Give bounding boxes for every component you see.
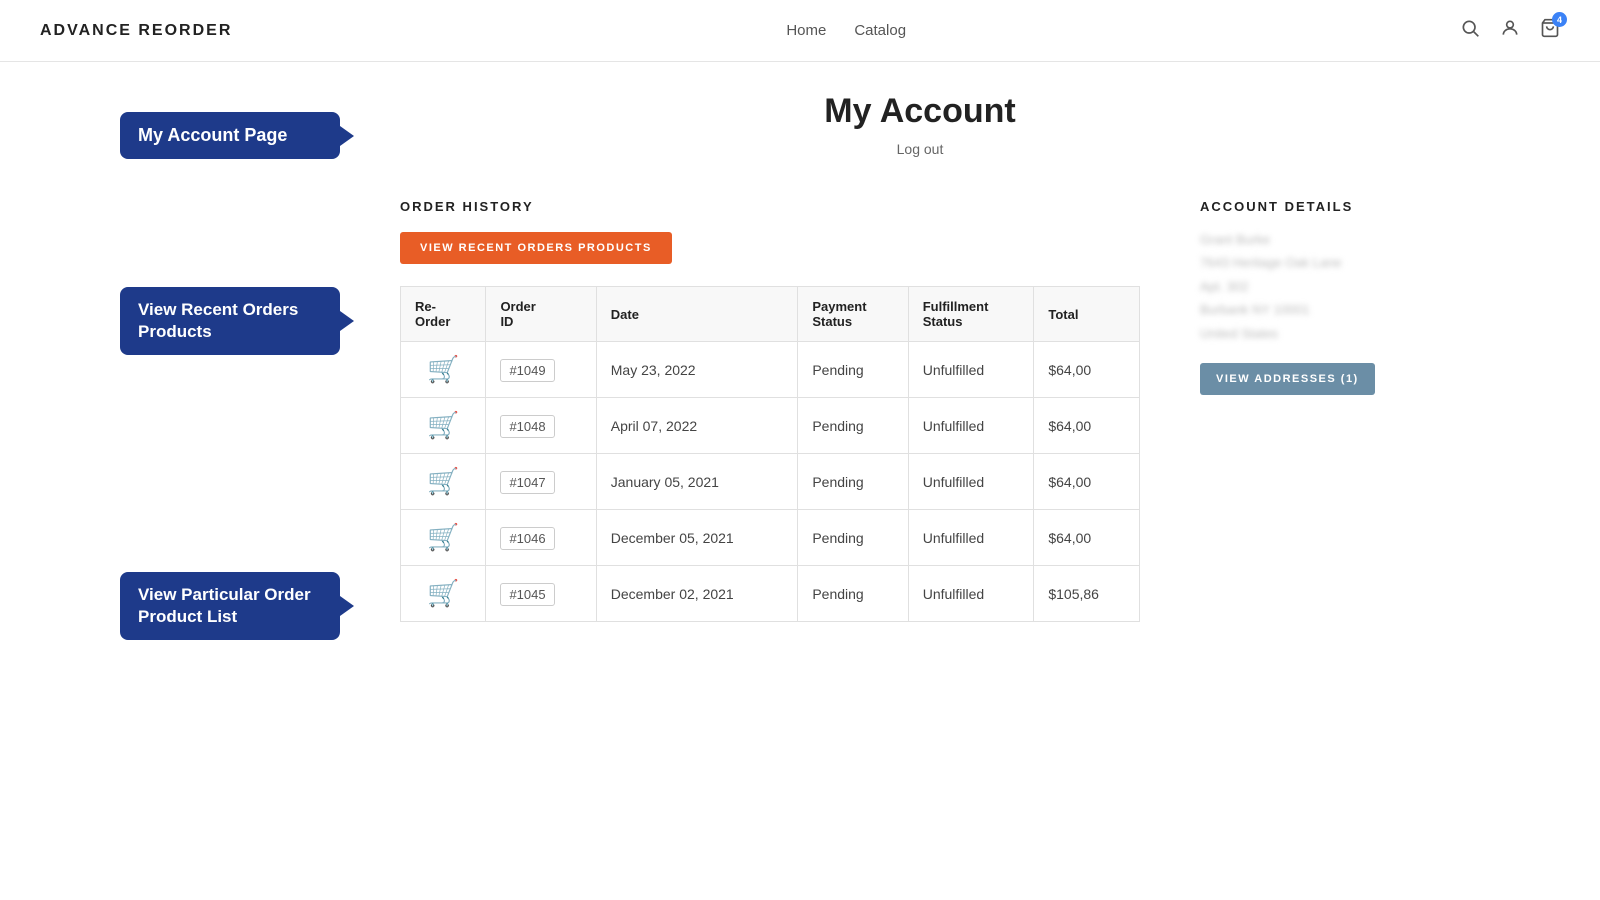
order-id-badge[interactable]: #1048 xyxy=(500,415,554,438)
total-cell: $64,00 xyxy=(1034,454,1140,510)
reorder-cell[interactable]: 🛒 xyxy=(401,342,486,398)
table-row: 🛒 #1046 December 05, 2021 Pending Unfulf… xyxy=(401,510,1140,566)
reorder-cart-icon[interactable]: 🛒 xyxy=(427,522,459,552)
th-reorder: Re-Order xyxy=(401,287,486,342)
fulfillment-status-cell: Unfulfilled xyxy=(908,454,1034,510)
fulfillment-status-cell: Unfulfilled xyxy=(908,342,1034,398)
address-line5: United States xyxy=(1200,322,1440,345)
search-icon[interactable] xyxy=(1460,18,1480,43)
reorder-cart-icon[interactable]: 🛒 xyxy=(427,466,459,496)
th-order-id: OrderID xyxy=(486,287,596,342)
annotations-panel: My Account Page View Recent Orders Produ… xyxy=(120,62,360,762)
view-recent-orders-button[interactable]: VIEW RECENT ORDERS PRODUCTS xyxy=(400,232,672,264)
reorder-cart-icon[interactable]: 🛒 xyxy=(427,578,459,608)
order-history-title: ORDER HISTORY xyxy=(400,199,1140,214)
payment-status-cell: Pending xyxy=(798,398,908,454)
orders-section: ORDER HISTORY VIEW RECENT ORDERS PRODUCT… xyxy=(400,199,1140,622)
date-cell: April 07, 2022 xyxy=(596,398,798,454)
order-id-badge[interactable]: #1045 xyxy=(500,583,554,606)
account-details-section: ACCOUNT DETAILS Grant Burke 7643 Heritag… xyxy=(1200,199,1440,395)
order-id-cell: #1046 xyxy=(486,510,596,566)
address-line1: Grant Burke xyxy=(1200,228,1440,251)
nav-catalog[interactable]: Catalog xyxy=(854,22,906,39)
view-particular-order-label: View Particular Order Product List xyxy=(120,572,340,640)
cart-icon[interactable]: 4 xyxy=(1540,18,1560,43)
table-row: 🛒 #1049 May 23, 2022 Pending Unfulfilled… xyxy=(401,342,1140,398)
reorder-cart-icon[interactable]: 🛒 xyxy=(427,410,459,440)
payment-status-cell: Pending xyxy=(798,342,908,398)
reorder-cell[interactable]: 🛒 xyxy=(401,510,486,566)
fulfillment-status-cell: Unfulfilled xyxy=(908,566,1034,622)
total-cell: $64,00 xyxy=(1034,398,1140,454)
th-date: Date xyxy=(596,287,798,342)
address-line3: Apt. 302 xyxy=(1200,275,1440,298)
order-id-badge[interactable]: #1049 xyxy=(500,359,554,382)
payment-status-cell: Pending xyxy=(798,454,908,510)
th-total: Total xyxy=(1034,287,1140,342)
table-row: 🛒 #1047 January 05, 2021 Pending Unfulfi… xyxy=(401,454,1140,510)
reorder-cell[interactable]: 🛒 xyxy=(401,454,486,510)
order-id-badge[interactable]: #1046 xyxy=(500,527,554,550)
logout-link[interactable]: Log out xyxy=(897,141,944,157)
address-line2: 7643 Heritage Oak Lane xyxy=(1200,251,1440,274)
order-id-badge[interactable]: #1047 xyxy=(500,471,554,494)
nav-home[interactable]: Home xyxy=(786,22,826,39)
payment-status-cell: Pending xyxy=(798,566,908,622)
table-row: 🛒 #1048 April 07, 2022 Pending Unfulfill… xyxy=(401,398,1140,454)
main-content: My Account Log out ORDER HISTORY VIEW RE… xyxy=(360,62,1480,762)
total-cell: $64,00 xyxy=(1034,510,1140,566)
account-icon[interactable] xyxy=(1500,18,1520,43)
page-wrapper: My Account Page View Recent Orders Produ… xyxy=(100,62,1500,762)
table-header: Re-Order OrderID Date PaymentStatus Fulf… xyxy=(401,287,1140,342)
table-body: 🛒 #1049 May 23, 2022 Pending Unfulfilled… xyxy=(401,342,1140,622)
account-details-title: ACCOUNT DETAILS xyxy=(1200,199,1440,214)
site-logo: ADVANCE REORDER xyxy=(40,22,232,40)
table-row: 🛒 #1045 December 02, 2021 Pending Unfulf… xyxy=(401,566,1140,622)
cart-badge: 4 xyxy=(1552,12,1567,27)
date-cell: December 05, 2021 xyxy=(596,510,798,566)
address-line4: Burbank NY 10001 xyxy=(1200,298,1440,321)
my-account-page-label: My Account Page xyxy=(120,112,340,159)
fulfillment-status-cell: Unfulfilled xyxy=(908,510,1034,566)
order-id-cell: #1048 xyxy=(486,398,596,454)
main-nav: Home Catalog xyxy=(786,22,906,39)
reorder-cell[interactable]: 🛒 xyxy=(401,566,486,622)
page-title-section: My Account Log out xyxy=(400,92,1440,159)
date-cell: January 05, 2021 xyxy=(596,454,798,510)
header-icons: 4 xyxy=(1460,18,1560,43)
total-cell: $64,00 xyxy=(1034,342,1140,398)
table-header-row: Re-Order OrderID Date PaymentStatus Fulf… xyxy=(401,287,1140,342)
account-address: Grant Burke 7643 Heritage Oak Lane Apt. … xyxy=(1200,228,1440,345)
view-addresses-button[interactable]: VIEW ADDRESSES (1) xyxy=(1200,363,1375,395)
reorder-cell[interactable]: 🛒 xyxy=(401,398,486,454)
view-recent-orders-label: View Recent Orders Products xyxy=(120,287,340,355)
content-columns: ORDER HISTORY VIEW RECENT ORDERS PRODUCT… xyxy=(400,199,1440,622)
date-cell: December 02, 2021 xyxy=(596,566,798,622)
date-cell: May 23, 2022 xyxy=(596,342,798,398)
total-cell: $105,86 xyxy=(1034,566,1140,622)
th-fulfillment-status: FulfillmentStatus xyxy=(908,287,1034,342)
page-title: My Account xyxy=(400,92,1440,131)
order-id-cell: #1045 xyxy=(486,566,596,622)
site-header: ADVANCE REORDER Home Catalog 4 xyxy=(0,0,1600,62)
th-payment-status: PaymentStatus xyxy=(798,287,908,342)
order-id-cell: #1049 xyxy=(486,342,596,398)
fulfillment-status-cell: Unfulfilled xyxy=(908,398,1034,454)
payment-status-cell: Pending xyxy=(798,510,908,566)
orders-table: Re-Order OrderID Date PaymentStatus Fulf… xyxy=(400,286,1140,622)
order-id-cell: #1047 xyxy=(486,454,596,510)
reorder-cart-icon[interactable]: 🛒 xyxy=(427,354,459,384)
